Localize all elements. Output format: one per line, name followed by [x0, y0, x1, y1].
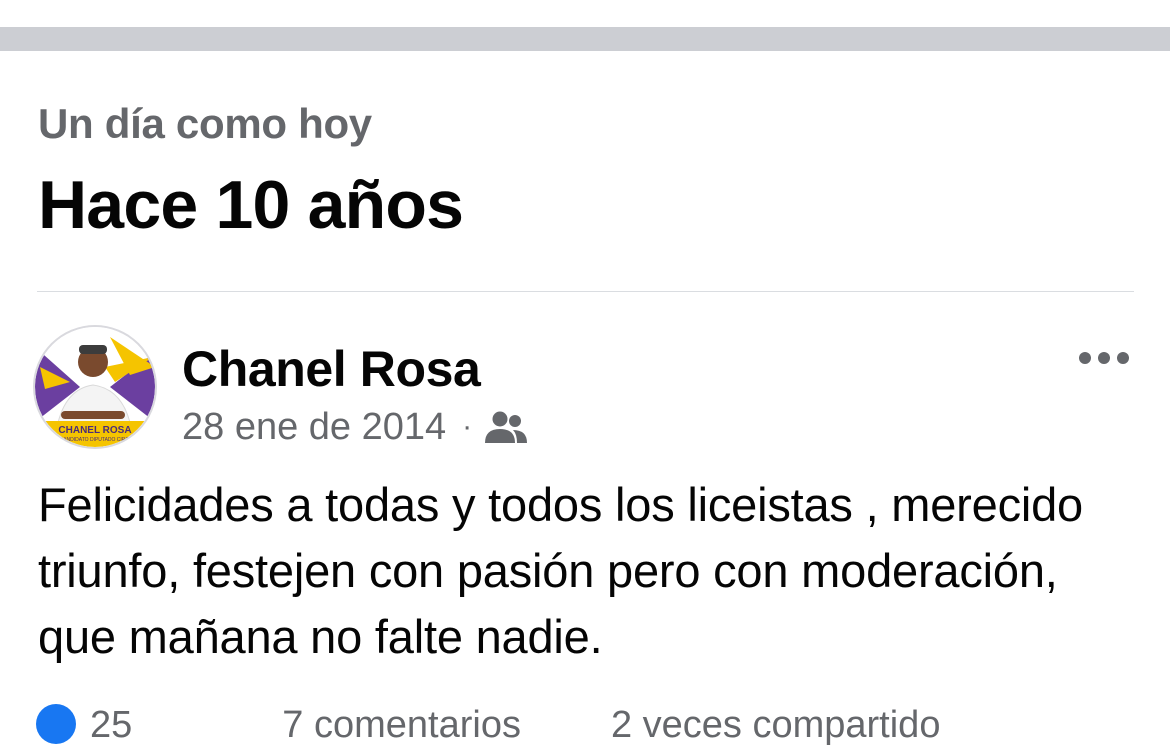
section-separator	[0, 27, 1170, 51]
comments-count[interactable]: 7 comentarios	[282, 704, 521, 747]
meta-separator: ·	[462, 410, 473, 443]
header-divider	[37, 291, 1134, 292]
friends-icon[interactable]	[484, 409, 528, 445]
memory-header: Un día como hoy Hace 10 años	[38, 96, 1134, 244]
memory-title: Hace 10 años	[38, 167, 464, 243]
avatar-banner-name: CHANEL ROSA	[58, 425, 131, 436]
avatar-banner-subtitle: CANDIDATO DIPUTADO CIRC.	[60, 437, 131, 443]
post-date[interactable]: 28 ene de 2014	[182, 404, 446, 450]
reaction-count[interactable]: 25	[90, 704, 132, 747]
author-avatar[interactable]: CHANEL ROSA CANDIDATO DIPUTADO CIRC.	[35, 327, 155, 447]
like-badge-icon[interactable]	[36, 704, 76, 744]
reactions-row: 25 7 comentarios 2 veces compartido	[36, 704, 1136, 747]
post-author-name[interactable]: Chanel Rosa	[182, 340, 481, 398]
top-strip	[0, 0, 1170, 27]
post-text: Felicidades a todas y todos los liceista…	[38, 478, 1083, 663]
more-options-button[interactable]	[1074, 342, 1134, 374]
shares-count[interactable]: 2 veces compartido	[611, 704, 941, 747]
memory-subtitle: Un día como hoy	[38, 100, 372, 147]
avatar-image: CHANEL ROSA CANDIDATO DIPUTADO CIRC.	[35, 327, 155, 447]
more-horizontal-icon	[1079, 352, 1129, 364]
post-meta: 28 ene de 2014 ·	[182, 404, 528, 450]
